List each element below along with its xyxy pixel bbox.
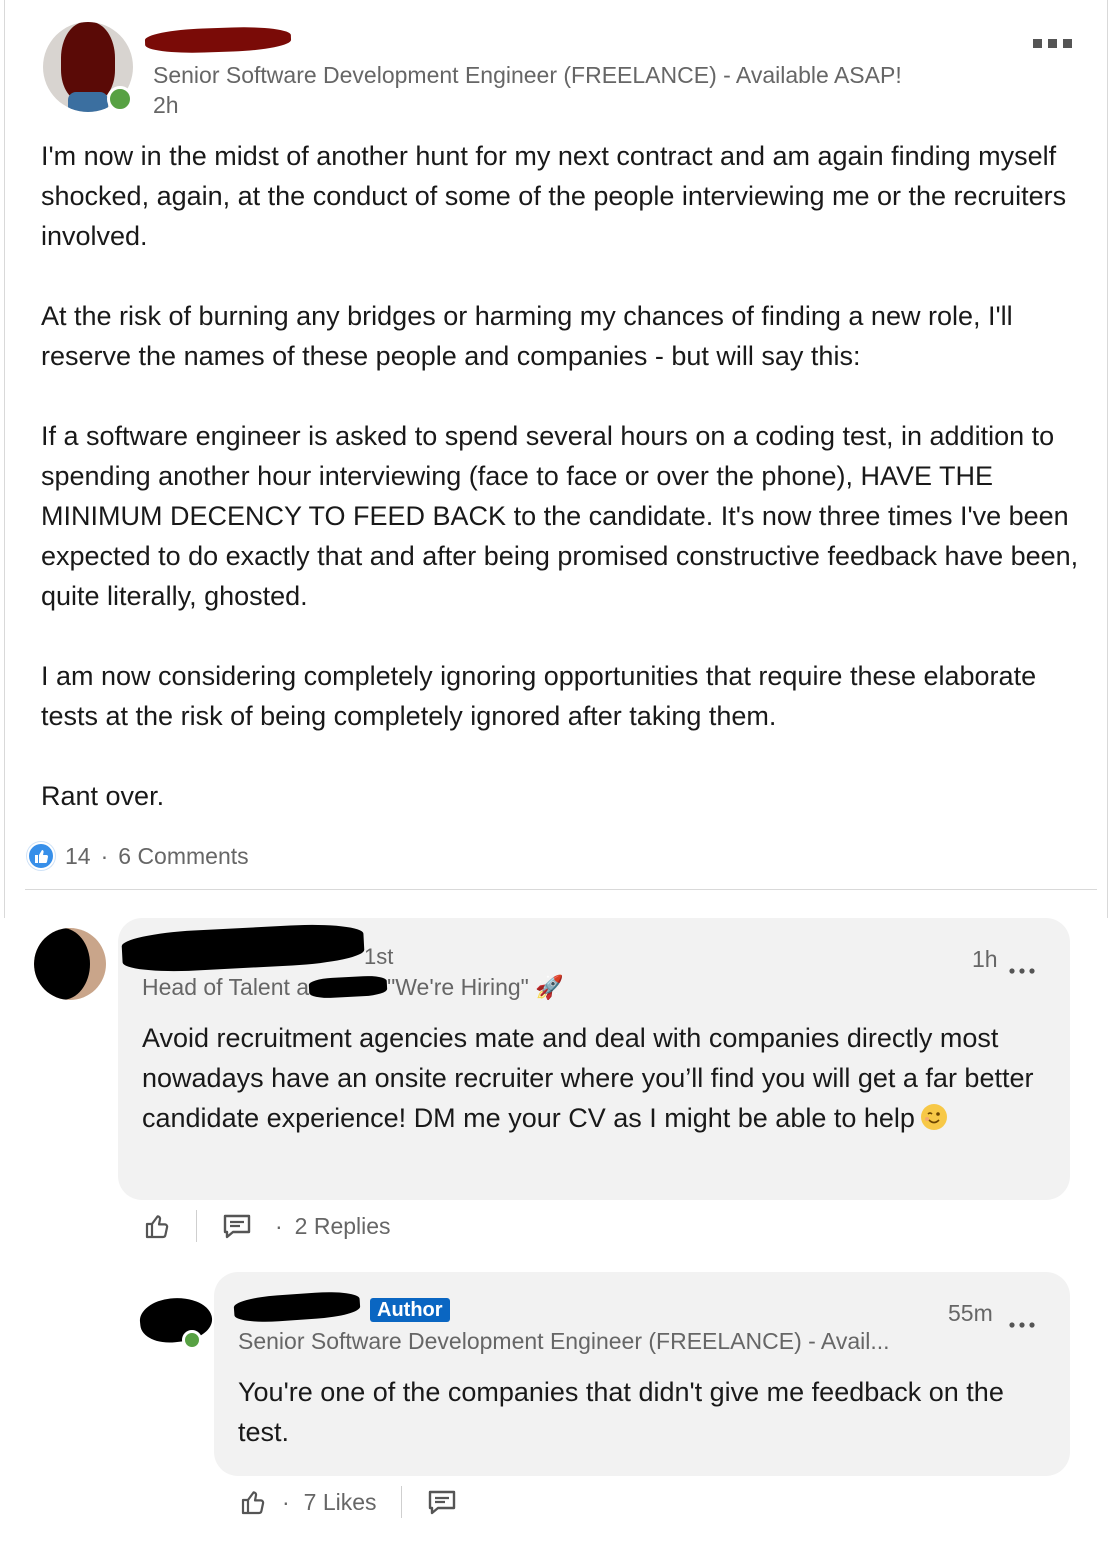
reply-actions: · 7 Likes [238, 1486, 458, 1518]
comment-bubble: 1st Head of Talent a "We're Hiring" 🚀 1h … [118, 918, 1070, 1200]
redacted-company-name [308, 974, 388, 1000]
post-timestamp: 2h [153, 92, 179, 118]
redacted-commenter-name [121, 921, 365, 975]
replies-count[interactable]: 2 Replies [295, 1213, 391, 1240]
social-counts: 14 · 6 Comments [27, 842, 249, 870]
separator-dot: · [100, 842, 109, 869]
post-paragraph: At the risk of burning any bridges or ha… [41, 301, 1013, 371]
post-paragraph: I'm now in the midst of another hunt for… [41, 141, 1067, 251]
action-divider [400, 1486, 402, 1518]
comment-actions: · 2 Replies [142, 1210, 391, 1242]
likes-count[interactable]: 7 Likes [304, 1489, 377, 1516]
connection-degree: 1st [364, 944, 394, 969]
post-paragraph: I am now considering completely ignoring… [41, 661, 1037, 731]
reply-timestamp: 55m [948, 1300, 993, 1326]
post-card: Senior Software Development Engineer (FR… [4, 0, 1108, 918]
online-status-icon [182, 1330, 202, 1350]
comment-timestamp: 1h [972, 946, 998, 972]
post-paragraph: Rant over. [41, 781, 165, 811]
separator-dot: · [275, 1212, 283, 1239]
action-divider [196, 1210, 197, 1242]
reply-text: You're one of the companies that didn't … [238, 1377, 1004, 1447]
more-icon[interactable] [1031, 26, 1075, 56]
reply-icon[interactable] [426, 1487, 458, 1517]
reply-bubble: Author Senior Software Development Engin… [214, 1272, 1070, 1476]
wink-emoji-icon [920, 1104, 947, 1130]
more-icon[interactable] [1008, 1306, 1036, 1336]
post-author-headline: Senior Software Development Engineer (FR… [153, 62, 902, 88]
commenter-headline-suffix: "We're Hiring" 🚀 [387, 974, 564, 1000]
commenter-headline-prefix: Head of Talent a [142, 974, 310, 1000]
post-body: I'm now in the midst of another hunt for… [41, 136, 1091, 816]
avatar-shirt [68, 92, 108, 112]
avatar-redaction [61, 22, 115, 102]
redacted-reply-author-name [233, 1289, 361, 1325]
like-icon[interactable] [142, 1211, 172, 1241]
post-paragraph: If a software engineer is asked to spend… [41, 421, 1079, 611]
comment-text: Avoid recruitment agencies mate and deal… [142, 1018, 1042, 1138]
commenter-headline: Head of Talent a "We're Hiring" 🚀 [142, 974, 564, 1001]
like-reaction-icon [27, 842, 55, 870]
comments-count[interactable]: 6 Comments [118, 843, 248, 870]
reactions-count[interactable]: 14 [65, 843, 91, 870]
reply-author-headline: Senior Software Development Engineer (FR… [238, 1328, 890, 1354]
commenter-avatar[interactable] [34, 928, 106, 1000]
divider [25, 889, 1097, 890]
reply-icon[interactable] [221, 1211, 253, 1241]
like-icon[interactable] [238, 1487, 268, 1517]
author-badge: Author [370, 1298, 450, 1322]
online-status-icon [107, 86, 133, 112]
comment-text-content: Avoid recruitment agencies mate and deal… [142, 1023, 1034, 1133]
separator-dot: · [282, 1488, 290, 1515]
redacted-author-name [144, 25, 292, 55]
more-icon[interactable] [1008, 952, 1036, 982]
